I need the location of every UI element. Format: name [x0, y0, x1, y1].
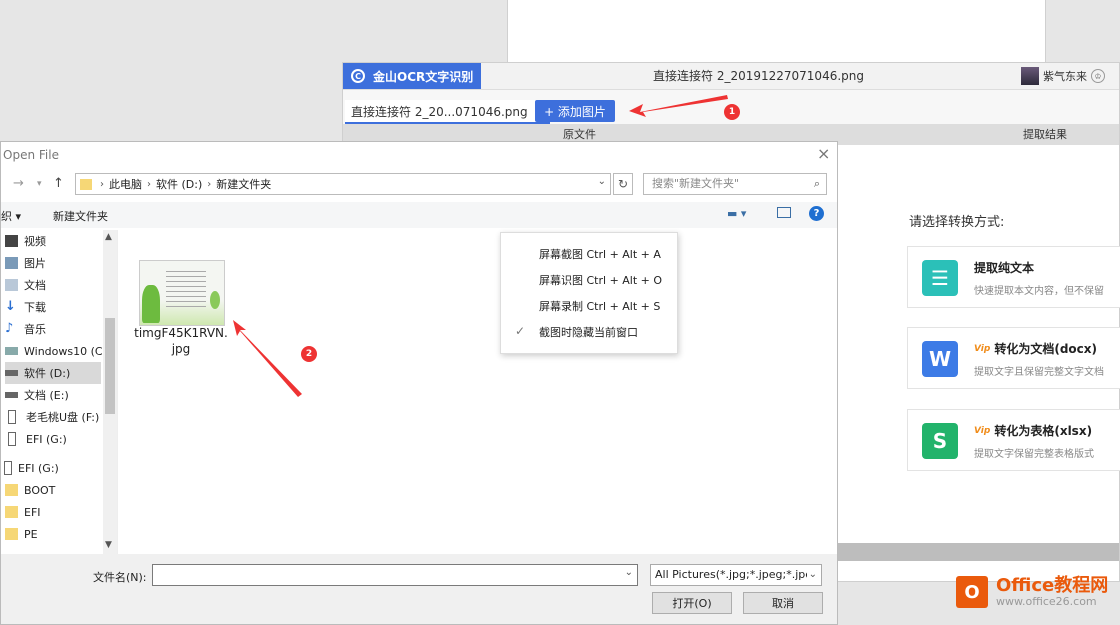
watermark-title: Office教程网	[996, 575, 1109, 596]
annotation-arrows	[233, 95, 728, 397]
step-marker-2: 2	[301, 346, 317, 362]
office-logo-icon: O	[956, 576, 988, 608]
watermark: O Office教程网 www.office26.com	[956, 576, 1108, 608]
arrow-1	[629, 95, 728, 117]
arrow-2	[233, 320, 302, 397]
watermark-url: www.office26.com	[996, 595, 1097, 608]
step-marker-1: 1	[724, 104, 740, 120]
